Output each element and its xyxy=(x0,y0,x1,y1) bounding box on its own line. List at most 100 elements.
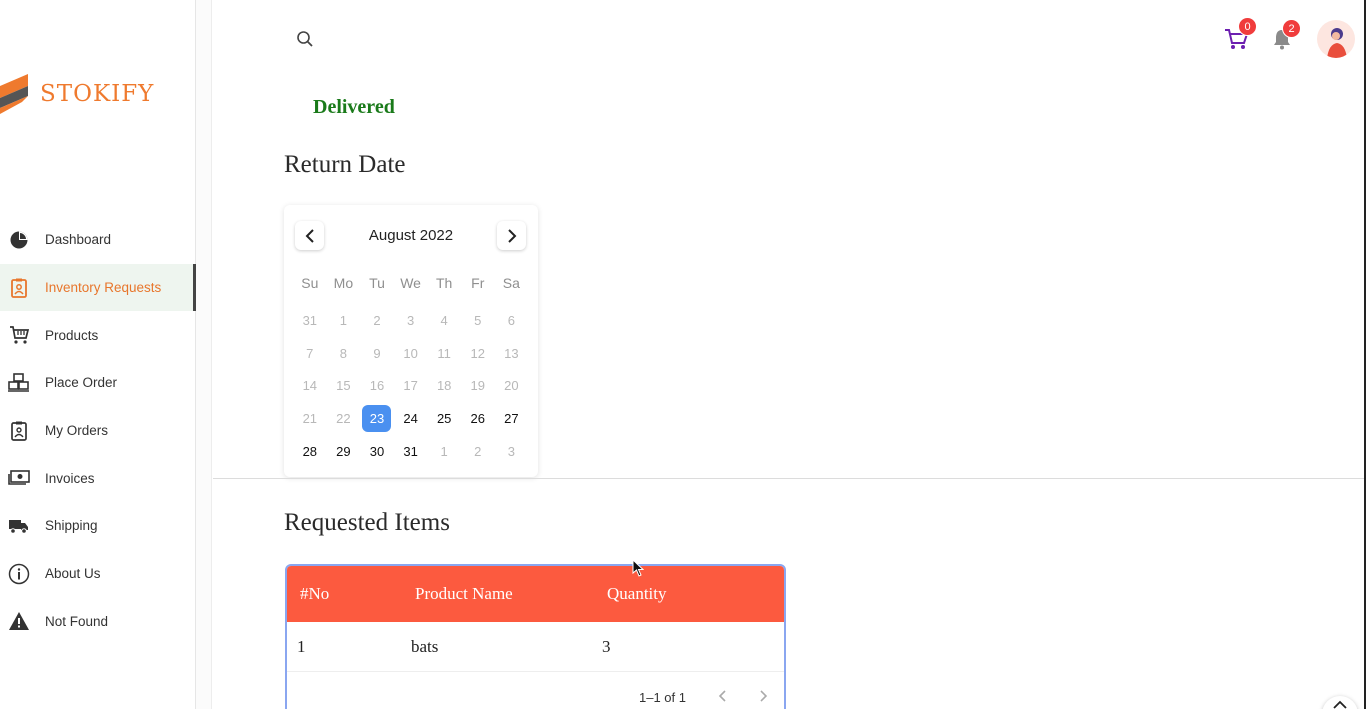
calendar-day[interactable]: 2 xyxy=(360,304,394,337)
sidebar-item-label: Products xyxy=(45,327,99,343)
calendar-day[interactable]: 5 xyxy=(461,304,495,337)
calendar-day[interactable]: 19 xyxy=(461,370,495,403)
sidebar-item-shipping[interactable]: Shipping xyxy=(0,502,196,550)
sidebar-item-label: Invoices xyxy=(45,470,95,486)
brand-logo[interactable]: STOKIFY xyxy=(0,72,154,116)
calendar-day[interactable]: 12 xyxy=(461,337,495,370)
column-header-quantity[interactable]: Quantity xyxy=(607,584,667,604)
calendar-day[interactable]: 16 xyxy=(360,370,394,403)
avatar[interactable] xyxy=(1317,20,1355,58)
sidebar-item-not-found[interactable]: Not Found xyxy=(0,598,196,646)
sidebar-item-place-order[interactable]: Place Order xyxy=(0,359,196,407)
calendar-day-number: 31 xyxy=(302,312,318,328)
calendar-day-number: 21 xyxy=(302,411,318,427)
notification-count-badge: 2 xyxy=(1282,19,1301,38)
calendar-day[interactable]: 4 xyxy=(427,304,461,337)
request-status: Delivered xyxy=(313,96,395,118)
weekday-label: Su xyxy=(301,275,319,291)
calendar-day[interactable]: 29 xyxy=(327,435,361,468)
sidebar-item-label: About Us xyxy=(45,566,101,582)
calendar-day[interactable]: 15 xyxy=(327,370,361,403)
sidebar-item-dashboard[interactable]: Dashboard xyxy=(0,216,196,264)
calendar-day[interactable]: 13 xyxy=(495,337,529,370)
table-pagination: 1–1 of 1 xyxy=(287,672,784,709)
calendar-day[interactable]: 11 xyxy=(427,337,461,370)
sidebar-nav: Dashboard Inventory Requests Products Pl… xyxy=(0,216,196,645)
calendar-day[interactable]: 31 xyxy=(394,435,428,468)
calendar-day[interactable]: 2 xyxy=(461,435,495,468)
requested-items-title: Requested Items xyxy=(284,509,450,536)
next-month-button[interactable] xyxy=(497,221,526,250)
calendar-day[interactable]: 18 xyxy=(427,370,461,403)
calendar-day-selected[interactable]: 23 xyxy=(360,402,394,435)
calendar-day-number: 2 xyxy=(474,444,482,460)
calendar-day[interactable]: 1 xyxy=(427,435,461,468)
calendar-day-number: 8 xyxy=(339,345,347,361)
info-icon xyxy=(8,563,30,585)
requested-items-table: #No Product Name Quantity 1 bats 3 1–1 o… xyxy=(285,564,786,709)
boxes-icon xyxy=(8,372,30,394)
calendar-day[interactable]: 14 xyxy=(293,370,327,403)
sidebar-item-products[interactable]: Products xyxy=(0,311,196,359)
calendar-days: 31 1 2 3 4 5 6 7 8 9 10 11 12 13 14 15 16 17 18 19 20 21 22 23 2… xyxy=(293,304,528,468)
calendar-day-number: 27 xyxy=(504,411,519,427)
calendar-day[interactable]: 21 xyxy=(293,402,327,435)
table-row[interactable]: 1 bats 3 xyxy=(287,622,784,672)
return-date-title: Return Date xyxy=(284,151,406,178)
cell-product-name: bats xyxy=(411,636,439,656)
calendar-day[interactable]: 30 xyxy=(360,435,394,468)
calendar-day[interactable]: 9 xyxy=(360,337,394,370)
calendar-day-number: 29 xyxy=(336,444,351,460)
chevron-right-icon[interactable] xyxy=(757,690,769,702)
calendar-day[interactable]: 25 xyxy=(427,402,461,435)
scroll-to-top-button[interactable] xyxy=(1322,696,1358,709)
calendar-day-number: 28 xyxy=(302,444,318,460)
table-header: #No Product Name Quantity xyxy=(287,566,784,622)
calendar-day-number: 1 xyxy=(440,444,448,460)
calendar-day-number: 14 xyxy=(302,378,318,394)
calendar-day[interactable]: 24 xyxy=(394,402,428,435)
calendar-day[interactable]: 10 xyxy=(394,337,428,370)
date-calendar: August 2022 Su Mo Tu We Th Fr Sa 31 1 2 3 4 5 6 7 8 9 10… xyxy=(284,205,538,477)
calendar-day[interactable]: 31 xyxy=(293,304,327,337)
calendar-day[interactable]: 17 xyxy=(394,370,428,403)
calendar-day[interactable]: 3 xyxy=(394,304,428,337)
calendar-day-number: 17 xyxy=(403,378,418,394)
cart-count-badge: 0 xyxy=(1238,17,1257,36)
calendar-day-number: 9 xyxy=(373,345,381,361)
sidebar-item-label: Inventory Requests xyxy=(45,280,162,296)
calendar-day[interactable]: 7 xyxy=(293,337,327,370)
calendar-day-number: 23 xyxy=(362,405,392,433)
calendar-day-number: 10 xyxy=(403,345,418,361)
calendar-day-number: 4 xyxy=(440,312,448,328)
calendar-day[interactable]: 6 xyxy=(495,304,529,337)
pie-chart-icon xyxy=(8,229,30,251)
calendar-day[interactable]: 28 xyxy=(293,435,327,468)
sidebar-item-label: Place Order xyxy=(45,375,118,391)
sidebar: STOKIFY Dashboard Inventory Requests Pro… xyxy=(0,0,196,709)
sidebar-item-invoices[interactable]: Invoices xyxy=(0,454,196,502)
calendar-day-number: 13 xyxy=(504,345,519,361)
calendar-day[interactable]: 20 xyxy=(495,370,529,403)
brand-name: STOKIFY xyxy=(40,81,155,107)
clipboard-icon xyxy=(8,277,30,299)
sidebar-item-inventory-requests[interactable]: Inventory Requests xyxy=(0,263,196,312)
calendar-day[interactable]: 27 xyxy=(495,402,529,435)
user-avatar-icon xyxy=(1327,28,1347,58)
sidebar-item-about-us[interactable]: About Us xyxy=(0,550,196,598)
calendar-day[interactable]: 26 xyxy=(461,402,495,435)
chevron-left-icon[interactable] xyxy=(717,690,729,702)
calendar-day[interactable]: 8 xyxy=(327,337,361,370)
section-divider xyxy=(213,478,1366,479)
column-header-product-name[interactable]: Product Name xyxy=(415,584,513,604)
calendar-day-number: 18 xyxy=(436,378,452,394)
calendar-day[interactable]: 1 xyxy=(327,304,361,337)
column-header-no[interactable]: #No xyxy=(300,584,329,604)
sidebar-item-my-orders[interactable]: My Orders xyxy=(0,407,196,455)
calendar-day[interactable]: 3 xyxy=(495,435,529,468)
weekday-header: Su Mo Tu We Th Fr Sa xyxy=(293,275,528,291)
mouse-cursor-icon xyxy=(632,559,644,577)
search-icon[interactable] xyxy=(296,30,314,48)
calendar-day-number: 7 xyxy=(306,345,314,361)
calendar-day[interactable]: 22 xyxy=(327,402,361,435)
